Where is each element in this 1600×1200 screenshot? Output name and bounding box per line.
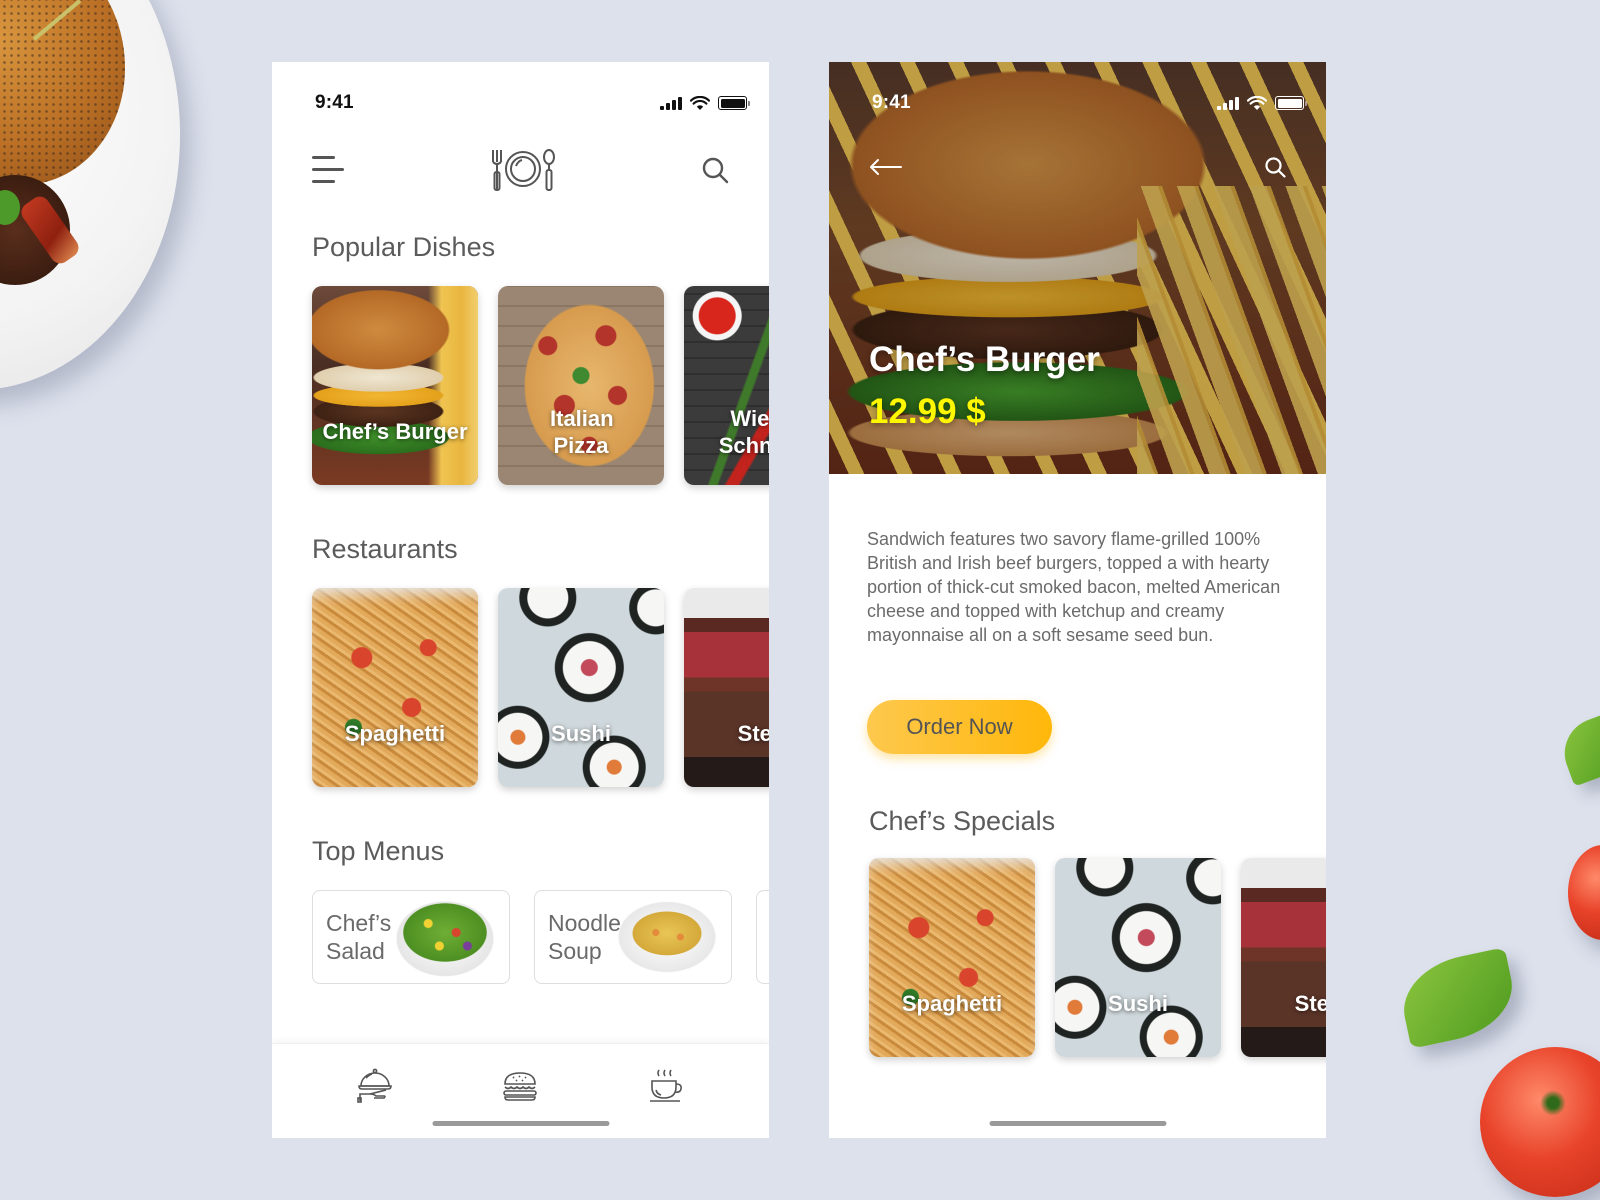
sushi-image (1055, 858, 1221, 1057)
tab-dishes[interactable] (496, 1064, 544, 1108)
decorative-basil-leaf (1554, 711, 1600, 787)
battery-icon (718, 96, 750, 110)
dish-name: Chef’s Burger (869, 340, 1100, 379)
dish-label: Wiener Schnitzel (718, 406, 769, 458)
coffee-cup-icon (650, 1069, 683, 1102)
battery-icon (1275, 96, 1307, 110)
back-arrow-icon[interactable] (869, 158, 903, 176)
dish-card-chefs-burger[interactable]: Chef’s Burger (312, 286, 478, 485)
status-bar: 9:41 (829, 62, 1326, 122)
restaurant-label: Sushi (551, 721, 611, 746)
order-now-button[interactable]: Order Now (867, 700, 1052, 754)
search-icon[interactable] (701, 156, 729, 184)
restaurants-title: Restaurants (312, 534, 458, 564)
dish-label: Chef’s Burger (322, 419, 468, 444)
popular-dishes-title: Popular Dishes (312, 232, 496, 262)
home-indicator (432, 1121, 609, 1126)
dish-label: Italian Pizza (550, 406, 614, 458)
steak-image (684, 588, 769, 787)
top-menus-title: Top Menus (312, 836, 445, 866)
home-header (272, 122, 769, 217)
sushi-image (498, 588, 664, 787)
menu-card-noodle-soup[interactable]: Noodle Soup (534, 890, 732, 984)
spaghetti-image (869, 858, 1035, 1057)
special-card-steak[interactable]: Steak (1241, 858, 1326, 1057)
dish-description: Sandwich features two savory flame-grill… (867, 529, 1281, 645)
chefs-specials-carousel[interactable]: Spaghetti Sushi Steak (869, 858, 1326, 1057)
dish-detail-screen: 9:41 Chef’s Burger 12.99 $ Sandwich feat… (829, 62, 1326, 1138)
popular-dishes-carousel[interactable]: Chef’s Burger Italian Pizza Wiener Schni… (312, 286, 769, 485)
status-bar: 9:41 (272, 62, 769, 122)
status-icons (660, 95, 750, 111)
restaurant-card-spaghetti[interactable]: Spaghetti (312, 588, 478, 787)
home-indicator (989, 1121, 1166, 1126)
search-icon[interactable] (1264, 156, 1286, 178)
home-screen: 9:41 Popular Dishes Chef’s Burger Italia… (272, 62, 769, 1138)
signal-icon (660, 96, 682, 110)
top-menus-carousel[interactable]: Chef’s Salad Noodle Soup (312, 890, 769, 984)
status-time: 9:41 (872, 92, 911, 113)
restaurant-label: Spaghetti (344, 721, 446, 746)
restaurant-card-sushi[interactable]: Sushi (498, 588, 664, 787)
hamburger-menu-icon[interactable] (312, 156, 344, 183)
status-time: 9:41 (315, 92, 354, 113)
special-label: Spaghetti (901, 991, 1003, 1016)
restaurant-label: Steak (737, 721, 769, 746)
tab-restaurants[interactable] (351, 1064, 399, 1108)
detail-header (829, 122, 1326, 212)
wifi-icon (690, 95, 710, 110)
dish-price: 12.99 $ (869, 392, 986, 431)
serving-cloche-icon (357, 1068, 392, 1103)
tab-drinks[interactable] (642, 1064, 690, 1108)
steak-image (1241, 858, 1326, 1057)
status-icons (1217, 95, 1307, 111)
special-label: Steak (1294, 991, 1326, 1016)
salad-image (389, 892, 501, 982)
decorative-basil-leaf (1394, 947, 1522, 1049)
soup-image (611, 892, 723, 982)
fork-plate-spoon-icon (491, 148, 555, 191)
special-card-spaghetti[interactable]: Spaghetti (869, 858, 1035, 1057)
burger-image (312, 286, 478, 485)
decorative-tomato-stem (1540, 1090, 1566, 1116)
restaurant-card-steak[interactable]: Steak (684, 588, 769, 787)
signal-icon (1217, 96, 1239, 110)
decorative-tomato (1568, 845, 1600, 940)
special-card-sushi[interactable]: Sushi (1055, 858, 1221, 1057)
menu-label: Noodle Soup (548, 910, 621, 964)
menu-card-chefs-salad[interactable]: Chef’s Salad (312, 890, 510, 984)
dish-card-wiener-schnitzel[interactable]: Wiener Schnitzel (684, 286, 769, 485)
spaghetti-image (312, 588, 478, 787)
special-label: Sushi (1108, 991, 1168, 1016)
burger-icon (503, 1072, 538, 1101)
wifi-icon (1247, 95, 1267, 110)
menu-card-partial[interactable] (756, 890, 769, 984)
decorative-tomato (1480, 1047, 1600, 1197)
restaurants-carousel[interactable]: Spaghetti Sushi Steak (312, 588, 769, 787)
chefs-specials-title: Chef’s Specials (869, 806, 1056, 836)
menu-label: Chef’s Salad (326, 910, 392, 964)
dish-card-italian-pizza[interactable]: Italian Pizza (498, 286, 664, 485)
